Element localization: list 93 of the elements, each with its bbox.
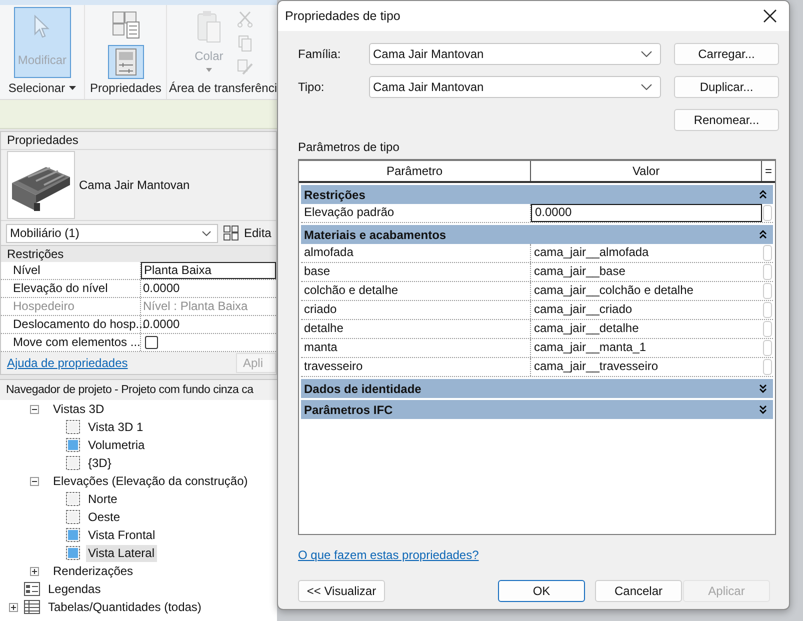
- field-label: Tipo:: [298, 80, 326, 94]
- chevron-down-icon: [202, 230, 211, 236]
- tree-item[interactable]: {3D}: [86, 454, 114, 472]
- tree-item[interactable]: Renderizações: [51, 562, 136, 580]
- property-name: Hospedeiro: [1, 298, 141, 315]
- palette-title: Propriedades: [1, 132, 276, 150]
- table-cell[interactable]: cama_jair__criado: [531, 301, 762, 319]
- type-name: Cama Jair Mantovan: [79, 178, 190, 192]
- chevron-down-icon: [641, 84, 652, 90]
- section-label: Parâmetros de tipo: [298, 140, 400, 156]
- dialog-button[interactable]: Carregar...: [674, 43, 779, 65]
- table-cell: base: [301, 263, 531, 281]
- copy-icon: [236, 34, 253, 52]
- tree-item[interactable]: Vistas 3D: [51, 400, 106, 418]
- tree-item[interactable]: Norte: [86, 490, 120, 508]
- tree-item[interactable]: Vista 3D 1: [86, 418, 146, 436]
- help-link[interactable]: O que fazem estas propriedades?: [298, 548, 479, 562]
- table-cell: manta: [301, 339, 531, 357]
- caret-icon: [206, 68, 212, 72]
- collapse-icon[interactable]: [30, 476, 39, 486]
- dialog-button[interactable]: OK: [498, 580, 585, 602]
- tree-item[interactable]: Vista Lateral: [86, 544, 156, 562]
- table-cell[interactable]: cama_jair__travesseiro: [531, 358, 762, 376]
- property-name: Elevação do nível: [1, 280, 141, 297]
- table-cell: detalhe: [301, 320, 531, 338]
- dialog-title: Propriedades de tipo: [285, 9, 400, 23]
- tree-item[interactable]: Oeste: [86, 508, 122, 526]
- browser-title: Navegador de projeto - Projeto com fundo cinza ca: [0, 380, 277, 400]
- type-properties-icon: [110, 9, 141, 39]
- rename-button[interactable]: Renomear...: [674, 109, 779, 131]
- table-cell[interactable]: cama_jair__almofada: [531, 244, 762, 262]
- column-header: Parâmetro: [299, 161, 531, 181]
- close-icon[interactable]: [763, 9, 777, 23]
- table-icon: [24, 600, 40, 614]
- table-cell[interactable]: cama_jair__colchão e detalhe: [531, 282, 762, 300]
- expand-icon[interactable]: [30, 566, 39, 576]
- group-header[interactable]: Restrições: [301, 185, 773, 204]
- cursor-icon: [33, 14, 52, 40]
- table-cell: travesseiro: [301, 358, 531, 376]
- dropdown-field[interactable]: Cama Jair Mantovan: [369, 43, 661, 65]
- group-header[interactable]: Dados de identidade: [301, 379, 773, 398]
- expand-chevrons-icon[interactable]: [759, 405, 767, 414]
- property-value[interactable]: 0.0000: [141, 280, 276, 297]
- scissors-icon: [236, 10, 253, 28]
- tree-item[interactable]: Elevações (Elevação da construção): [51, 472, 250, 490]
- collapse-chevrons-icon[interactable]: [759, 230, 767, 239]
- column-header: Valor: [531, 161, 762, 181]
- tree-item[interactable]: Vista Frontal: [86, 526, 158, 544]
- properties-button[interactable]: [108, 45, 144, 79]
- checkbox[interactable]: [145, 336, 158, 350]
- group-title: Dados de identidade: [304, 382, 422, 396]
- table-cell[interactable]: cama_jair__manta_1: [531, 339, 762, 357]
- table-cell[interactable]: 0.0000: [531, 204, 762, 222]
- clipboard-icon: [194, 10, 223, 44]
- group-title: Restrições: [304, 188, 366, 202]
- table-cell: Elevação padrão: [301, 204, 531, 222]
- group-header[interactable]: Materiais e acabamentos: [301, 225, 773, 244]
- dialog-button[interactable]: Cancelar: [595, 580, 682, 602]
- property-name: Move com elementos ...: [1, 334, 141, 351]
- tree-item[interactable]: Volumetria: [86, 436, 147, 454]
- table-cell: almofada: [301, 244, 531, 262]
- field-label: Família:: [298, 47, 342, 61]
- expand-chevrons-icon[interactable]: [759, 384, 767, 393]
- edit-type-button[interactable]: Edita: [223, 225, 272, 241]
- panel-menu[interactable]: Selecionar: [8, 81, 76, 95]
- panel-label: Área de transferênci: [168, 81, 277, 95]
- table-cell[interactable]: cama_jair__detalhe: [531, 320, 762, 338]
- dialog-button[interactable]: << Visualizar: [298, 580, 385, 602]
- property-value[interactable]: Planta Baixa: [141, 262, 276, 279]
- group-header[interactable]: Parâmetros IFC: [301, 400, 773, 419]
- tree-item[interactable]: Legendas: [46, 580, 103, 598]
- group-title: Materiais e acabamentos: [304, 228, 446, 242]
- dialog-button[interactable]: Duplicar...: [674, 76, 779, 98]
- category-dropdown[interactable]: Mobiliário (1): [6, 224, 218, 242]
- table-cell: criado: [301, 301, 531, 319]
- panel-label: Propriedades: [90, 81, 162, 95]
- group-header: Restrições: [1, 245, 276, 262]
- group-title: Parâmetros IFC: [304, 402, 393, 416]
- help-link[interactable]: Ajuda de propriedades: [7, 356, 128, 370]
- properties-sheet-icon: [112, 47, 139, 77]
- legend-icon: [24, 582, 40, 596]
- tree-item[interactable]: Tabelas/Quantidades (todas): [46, 598, 204, 616]
- column-header[interactable]: =: [762, 161, 775, 181]
- table-cell[interactable]: cama_jair__base: [531, 263, 762, 281]
- property-name: Nível: [1, 262, 141, 279]
- expand-icon[interactable]: [9, 602, 18, 612]
- collapse-icon[interactable]: [30, 404, 39, 414]
- chevron-down-icon: [641, 51, 652, 57]
- table-cell: colchão e detalhe: [301, 282, 531, 300]
- collapse-chevrons-icon[interactable]: [759, 190, 767, 199]
- brush-icon: [236, 58, 253, 76]
- dropdown-field[interactable]: Cama Jair Mantovan: [369, 76, 661, 98]
- edit-type-icon: [223, 225, 239, 241]
